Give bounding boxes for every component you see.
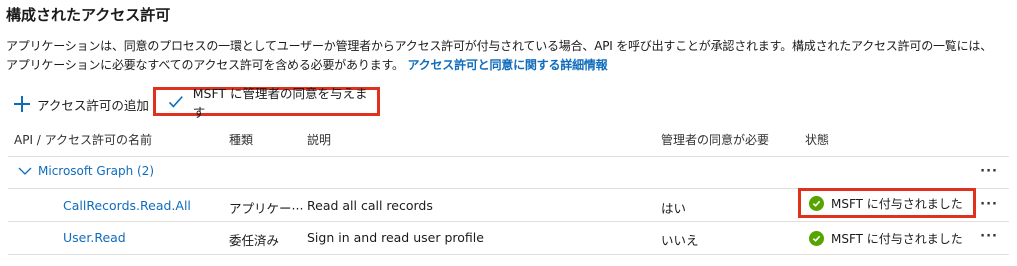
admin-consent-required: いいえ: [661, 233, 699, 248]
permission-type: 委任済み: [229, 233, 280, 248]
row-divider: [8, 221, 1009, 222]
plus-icon: [14, 96, 30, 112]
status-badge: MSFT に付与されました: [809, 229, 963, 247]
header-divider: [8, 156, 1009, 157]
add-permission-button[interactable]: アクセス許可の追加: [10, 95, 149, 114]
chevron-down-icon: [18, 167, 32, 175]
api-group-label: Microsoft Graph (2): [38, 164, 155, 178]
add-permission-label: アクセス許可の追加: [37, 97, 149, 113]
column-header-status[interactable]: 状態: [805, 131, 829, 148]
permission-type: アプリケー···: [229, 201, 304, 216]
check-circle-icon: [809, 230, 824, 246]
grant-admin-consent-button[interactable]: MSFT に管理者の同意を与えます: [153, 86, 380, 120]
description-text-2: アプリケーションに必要なすべてのアクセス許可を含める必要があります。: [6, 58, 404, 72]
column-header-admin-consent[interactable]: 管理者の同意が必要: [661, 131, 769, 148]
admin-consent-required: はい: [661, 201, 687, 216]
check-circle-icon: [809, 195, 824, 211]
status-badge: MSFT に付与されました: [798, 188, 976, 218]
learn-more-link[interactable]: アクセス許可と同意に関する詳細情報: [407, 58, 607, 72]
column-header-name[interactable]: API / アクセス許可の名前: [14, 131, 152, 148]
section-title: 構成されたアクセス許可: [6, 6, 171, 24]
row-divider: [8, 254, 1009, 255]
permission-name-link[interactable]: CallRecords.Read.All: [63, 198, 191, 213]
group-more-actions-button[interactable]: ···: [980, 164, 998, 179]
permission-description: Read all call records: [307, 198, 433, 213]
grant-admin-consent-label: MSFT に管理者の同意を与えます: [192, 85, 368, 120]
row-more-actions-button[interactable]: ···: [980, 197, 998, 212]
api-group-microsoft-graph[interactable]: Microsoft Graph (2): [18, 164, 154, 178]
row-more-actions-button[interactable]: ···: [980, 229, 998, 244]
checkmark-icon: [168, 95, 183, 108]
section-description: アプリケーションは、同意のプロセスの一環としてユーザーか管理者からアクセス許可が…: [6, 37, 1014, 75]
status-text: MSFT に付与されました: [831, 231, 963, 246]
permission-description: Sign in and read user profile: [307, 230, 484, 245]
description-text-1: アプリケーションは、同意のプロセスの一環としてユーザーか管理者からアクセス許可が…: [6, 39, 993, 53]
permissions-toolbar: アクセス許可の追加 MSFT に管理者の同意を与えます: [10, 86, 380, 120]
status-text: MSFT に付与されました: [831, 196, 963, 211]
permission-name-link[interactable]: User.Read: [63, 230, 126, 245]
column-header-type[interactable]: 種類: [229, 131, 253, 148]
column-header-description[interactable]: 説明: [307, 131, 331, 148]
